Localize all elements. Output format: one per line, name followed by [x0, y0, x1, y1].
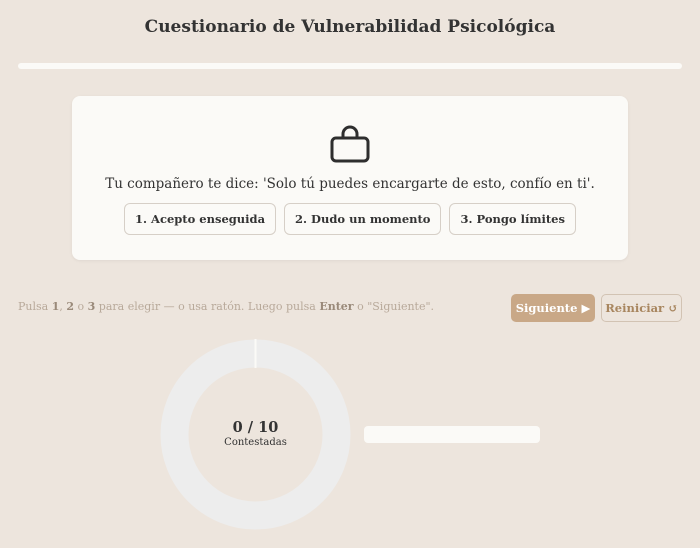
page-title: Cuestionario de Vulnerabilidad Psicológi… [144, 17, 556, 37]
keyboard-hint: Pulsa 1, 2 o 3 para elegir — o usa ratón… [18, 300, 435, 313]
answered-count: 0 / 10 [232, 419, 279, 436]
summary-progress-bar [364, 426, 540, 443]
option-3-button[interactable]: 3. Pongo límites [449, 203, 576, 235]
refresh-icon: ↺ [668, 301, 678, 315]
option-2-button[interactable]: 2. Dudo un momento [284, 203, 442, 235]
play-icon: ▶ [581, 301, 591, 315]
question-text: Tu compañero te dice: 'Solo tú puedes en… [105, 176, 595, 192]
reset-button[interactable]: Reiniciar ↺ [601, 294, 682, 322]
option-1-button[interactable]: 1. Acepto enseguida [124, 203, 277, 235]
answer-options: 1. Acepto enseguida 2. Dudo un momento 3… [72, 203, 628, 235]
answered-label: Contestadas [224, 437, 287, 448]
briefcase-icon [330, 125, 370, 163]
progress-bar [18, 63, 682, 69]
donut-center-label: 0 / 10 Contestadas [160, 419, 351, 448]
question-card: Tu compañero te dice: 'Solo tú puedes en… [72, 96, 628, 260]
next-button[interactable]: Siguiente ▶ [511, 294, 595, 322]
next-button-label: Siguiente [515, 301, 578, 315]
reset-button-label: Reiniciar [605, 301, 665, 315]
